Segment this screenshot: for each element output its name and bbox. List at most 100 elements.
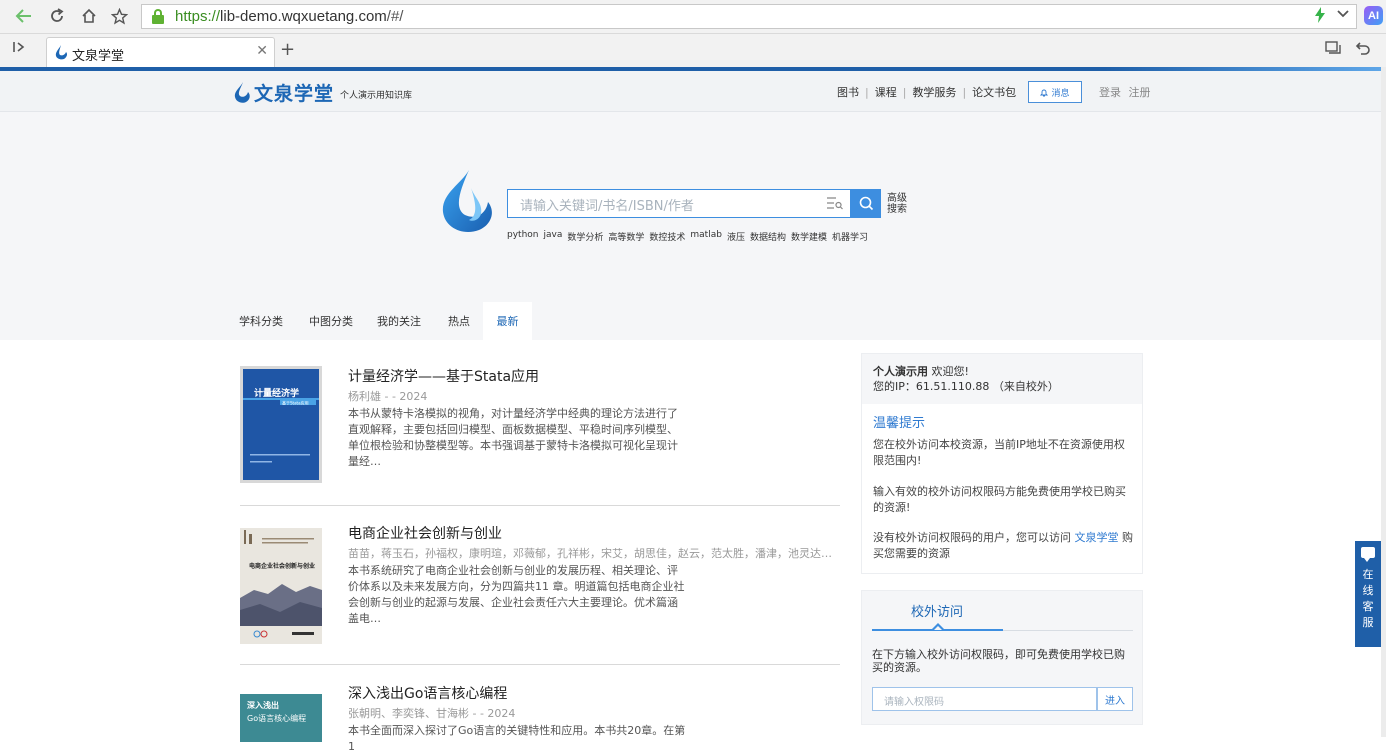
search-box[interactable]: 请输入关键词/书名/ISBN/作者 — [507, 189, 851, 218]
chat-icon — [1361, 547, 1375, 562]
message-button[interactable]: 消息 — [1028, 81, 1082, 103]
site-header: 文泉学堂 个人演示用知识库 图书 | 课程 | 教学服务 | 论文书包 消息 登录 注… — [0, 71, 1381, 112]
tab-clc[interactable]: 中图分类 — [301, 302, 361, 340]
book-cover-subtitle: 基于Stata应用 — [282, 400, 309, 406]
list-item[interactable]: 计量经济学 基于Stata应用 计量经济学——基于Stata应用 杨利雄 - -… — [240, 366, 840, 486]
brand[interactable]: 文泉学堂 个人演示用知识库 — [234, 79, 412, 106]
undo-icon[interactable] — [1355, 41, 1370, 59]
hot-word[interactable]: 液压 — [727, 230, 745, 243]
bell-icon — [1040, 89, 1049, 96]
favicon-icon — [55, 45, 68, 60]
ip-value: 61.51.110.88 — [915, 380, 990, 393]
ip-note: （来自校外） — [992, 380, 1059, 393]
hot-word[interactable]: 数控技术 — [649, 230, 685, 243]
tip-title: 温馨提示 — [873, 416, 926, 431]
nav-courses[interactable]: 课程 — [875, 84, 897, 100]
book-title[interactable]: 电商企业社会创新与创业 — [348, 523, 502, 543]
page-scrollbar[interactable] — [1381, 67, 1386, 737]
back-icon[interactable] — [12, 5, 36, 27]
filter-list-icon[interactable] — [826, 195, 844, 211]
book-cover[interactable]: 计量经济学 基于Stata应用 — [240, 366, 322, 483]
search-icon — [859, 196, 873, 211]
tip-text: 输入有效的校外访问权限码方能免费使用学校已购买的资源! — [873, 485, 1126, 514]
book-authors: 杨利雄 - - 2024 — [348, 390, 428, 403]
search-input[interactable]: 请输入关键词/书名/ISBN/作者 — [520, 195, 694, 214]
tab-title: 文泉学堂 — [72, 49, 125, 64]
book-cover-title: 电商企业社会创新与创业 — [249, 562, 315, 570]
nav-thesis[interactable]: 论文书包 — [972, 84, 1016, 100]
advanced-search-link[interactable]: 高级 搜索 — [887, 193, 909, 215]
star-icon[interactable] — [107, 5, 131, 27]
hot-word[interactable]: 数学建模 — [791, 230, 827, 243]
dropdown-icon[interactable] — [1336, 6, 1350, 24]
register-link[interactable]: 注册 — [1129, 86, 1151, 99]
enter-button[interactable]: 进入 — [1097, 687, 1133, 711]
nav-teaching[interactable]: 教学服务 — [912, 84, 956, 100]
login-link[interactable]: 登录 — [1099, 86, 1121, 99]
book-cover-title: 计量经济学 — [254, 387, 299, 399]
book-desc: 本书系统研究了电商企业社会创新与创业的发展历程、相关理论、评价体系以及未来发展方… — [348, 564, 685, 625]
book-authors: 张朝明、李奕锋、甘海彬 - - 2024 — [348, 707, 516, 720]
browser-tab[interactable]: 文泉学堂 ✕ — [46, 37, 275, 67]
book-title[interactable]: 深入浅出Go语言核心编程 — [348, 683, 507, 703]
home-icon[interactable] — [77, 5, 101, 27]
reload-icon[interactable] — [45, 5, 69, 27]
address-bar[interactable]: https://lib-demo.wqxuetang.com/#/ — [141, 4, 1357, 29]
brand-slogan: 个人演示用知识库 — [340, 90, 413, 101]
brand-name: 文泉学堂 — [254, 83, 335, 105]
tab-tools — [1325, 41, 1370, 59]
book-cover[interactable]: 电商企业社会创新与创业 — [240, 528, 322, 644]
book-title[interactable]: 计量经济学——基于Stata应用 — [348, 366, 539, 386]
sidebar-toggle-icon[interactable] — [12, 40, 26, 58]
auth-links: 登录 注册 — [1099, 84, 1151, 100]
tab-hot[interactable]: 热点 — [436, 302, 482, 340]
category-tabs: 学科分类 中图分类 我的关注 热点 最新 — [0, 302, 1381, 340]
book-cover-subtitle: Go语言核心编程 — [247, 713, 306, 723]
online-service-button[interactable]: 在 线 客 服 — [1355, 541, 1381, 647]
search-button[interactable] — [851, 189, 881, 218]
hot-word[interactable]: python — [507, 230, 538, 243]
divider — [240, 664, 840, 665]
nav-books[interactable]: 图书 — [837, 84, 859, 100]
top-nav: 图书 | 课程 | 教学服务 | 论文书包 — [837, 84, 1017, 100]
close-icon[interactable]: ✕ — [256, 43, 268, 59]
hot-word[interactable]: java — [543, 230, 562, 243]
offcampus-panel: 校外访问 在下方输入校外访问权限码，即可免费使用学校已购买的资源。 请输入权限码… — [861, 590, 1143, 725]
account-panel: 个人演示用 欢迎您! 您的IP：61.51.110.88 （来自校外） 温馨提示… — [861, 353, 1143, 574]
offcampus-desc: 在下方输入校外访问权限码，即可免费使用学校已购买的资源。 — [872, 648, 1125, 674]
book-cover-title: 深入浅出 — [247, 700, 279, 710]
brand-logo-icon — [234, 81, 250, 103]
ai-icon[interactable]: AI — [1364, 6, 1383, 25]
account-head: 个人演示用 欢迎您! 您的IP：61.51.110.88 （来自校外） — [862, 354, 1142, 404]
book-authors: 苗苗，蒋玉石，孙福权，康明瑄，邓薇郁，孔祥彬，宋艾，胡思佳，赵云，范太胜，潘津，… — [348, 547, 836, 560]
hot-word[interactable]: 数学分析 — [567, 230, 603, 243]
welcome-text: 欢迎您! — [931, 365, 969, 378]
divider — [240, 505, 840, 506]
ip-label: 您的IP： — [873, 380, 916, 393]
book-cover[interactable]: 深入浅出 Go语言核心编程 — [240, 694, 322, 742]
tip-text: 没有校外访问权限码的用户，您可以访问 文泉学堂 购买您需要的资源 — [873, 531, 1133, 560]
book-desc: 本书全面而深入探讨了Go语言的关键特性和应用。本书共20章。在第1 — [348, 724, 686, 753]
book-desc: 本书从蒙特卡洛模拟的视角，对计量经济学中经典的理论方法进行了直观解释，主要包括回… — [348, 407, 678, 468]
new-tab-icon[interactable]: + — [280, 39, 295, 60]
hot-words: python java 数学分析 高等数学 数控技术 matlab 液压 数据结… — [507, 230, 868, 243]
list-item[interactable]: 深入浅出 Go语言核心编程 深入浅出Go语言核心编程 张朝明、李奕锋、甘海彬 -… — [240, 683, 840, 753]
tab-follow[interactable]: 我的关注 — [369, 302, 429, 340]
hot-word[interactable]: 数据结构 — [750, 230, 786, 243]
hero-logo-icon — [442, 170, 492, 232]
hot-word[interactable]: 机器学习 — [832, 230, 868, 243]
hot-word[interactable]: 高等数学 — [608, 230, 644, 243]
tab-subject[interactable]: 学科分类 — [231, 302, 291, 340]
browser-toolbar: https://lib-demo.wqxuetang.com/#/ AI — [0, 0, 1386, 34]
hot-word[interactable]: matlab — [690, 230, 722, 243]
tab-offcampus[interactable]: 校外访问 — [911, 601, 963, 620]
tab-latest[interactable]: 最新 — [483, 302, 532, 340]
access-code-input[interactable]: 请输入权限码 — [872, 687, 1097, 711]
message-label: 消息 — [1051, 88, 1070, 99]
list-item[interactable]: 电商企业社会创新与创业 电商企业社会创新与创业 苗苗，蒋玉石，孙福权，康明瑄，邓… — [240, 523, 840, 645]
bolt-icon[interactable] — [1314, 7, 1326, 27]
lock-icon — [152, 9, 164, 24]
tab-manager-icon[interactable] — [1325, 41, 1341, 59]
wenquan-link[interactable]: 文泉学堂 — [1075, 531, 1119, 544]
user-label: 个人演示用 — [873, 365, 928, 378]
